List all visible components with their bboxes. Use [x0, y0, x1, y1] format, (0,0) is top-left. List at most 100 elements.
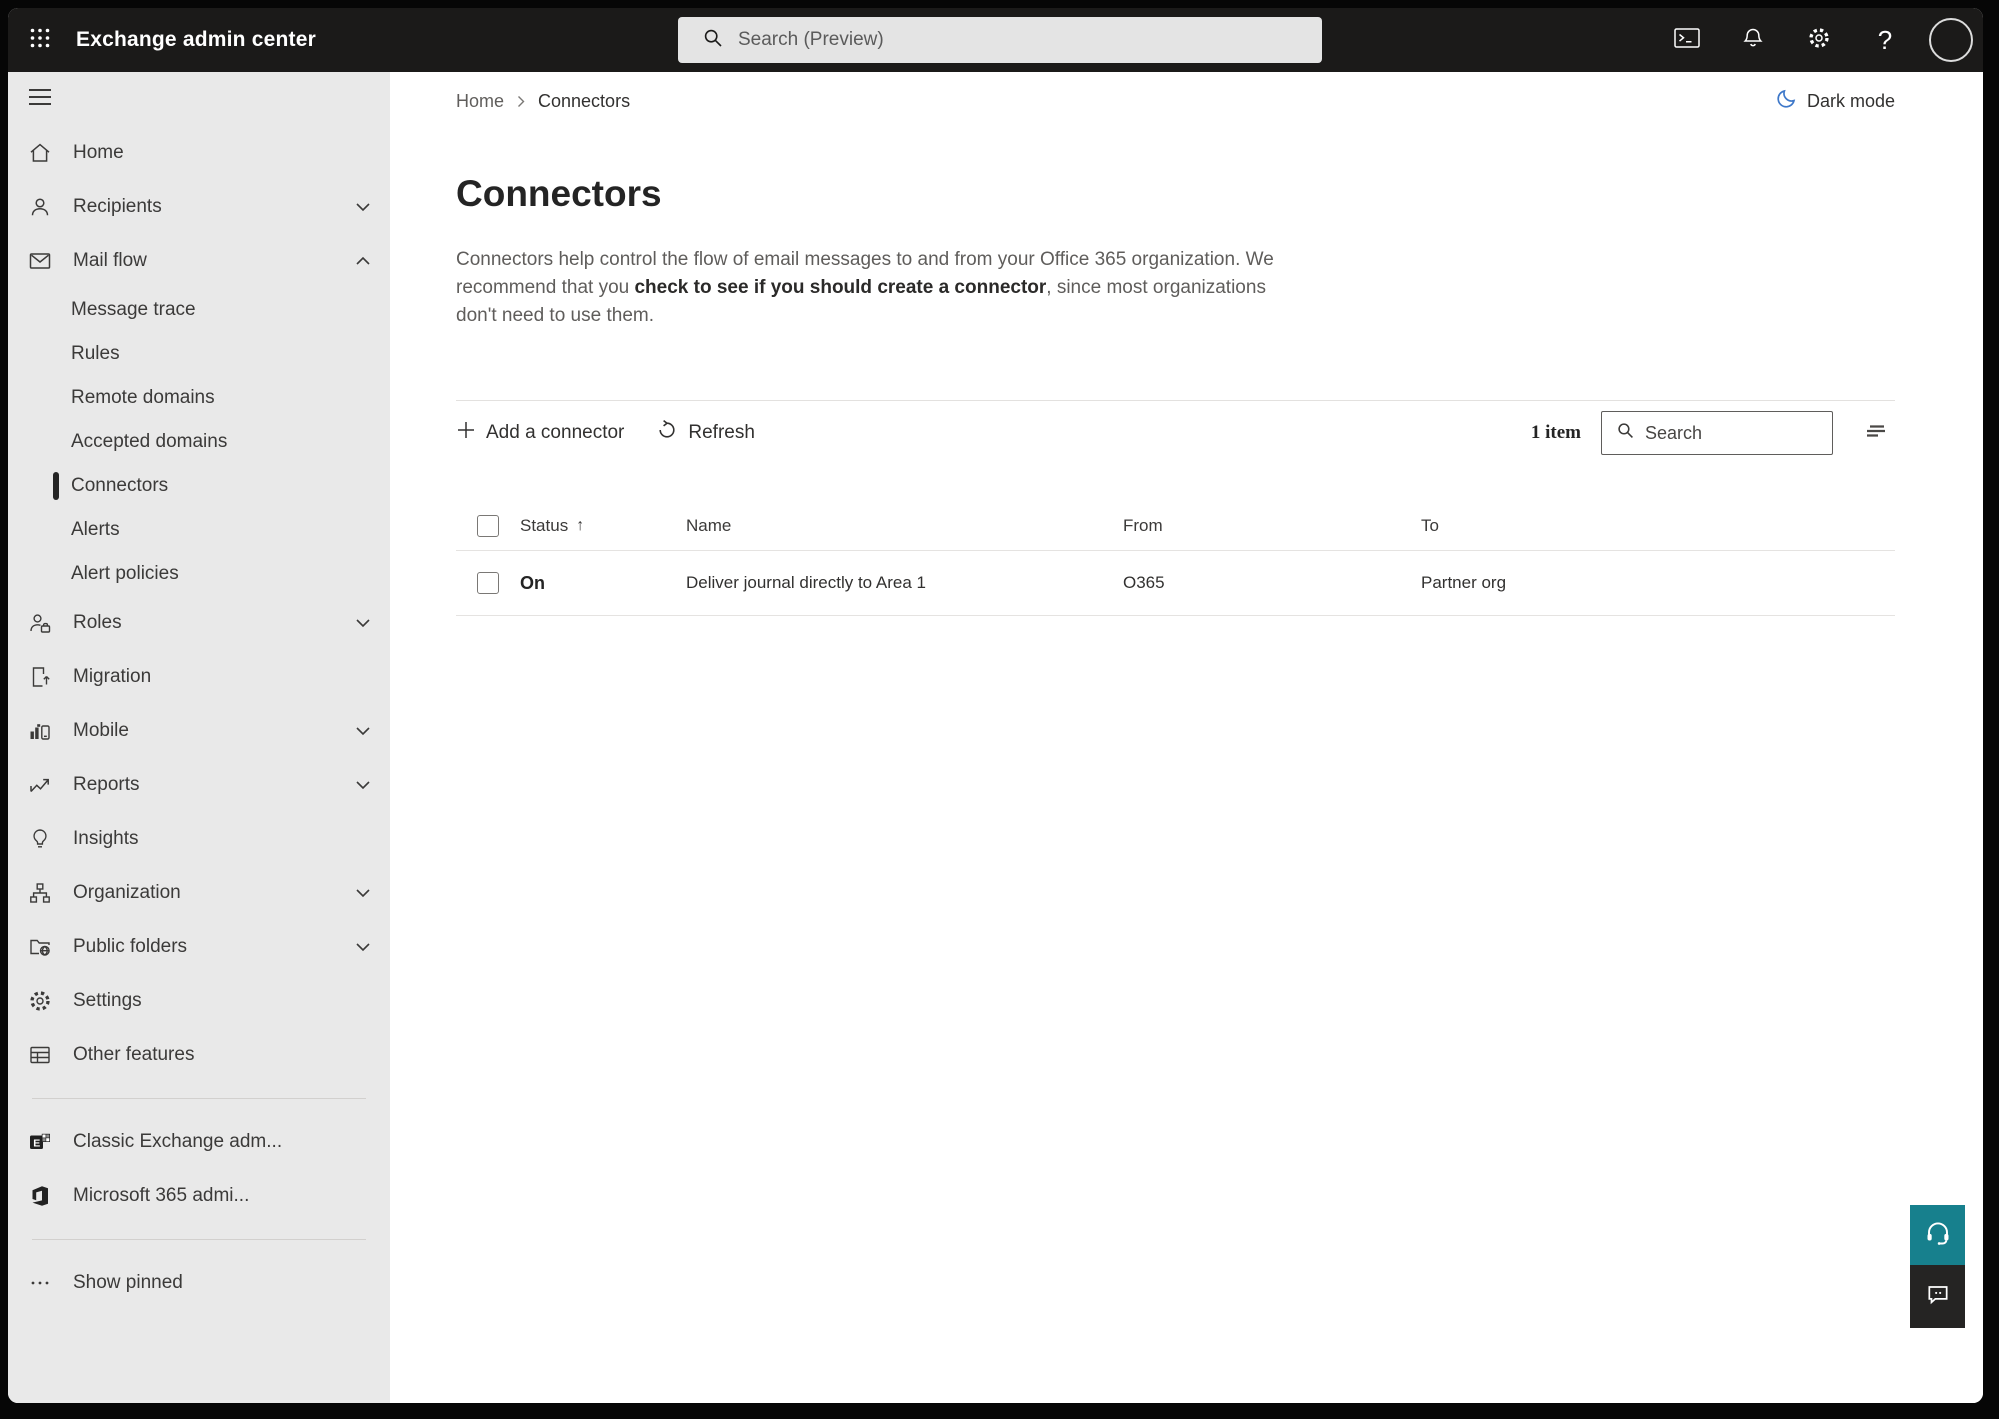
sidebar-item-recipients[interactable]: Recipients	[8, 180, 390, 234]
refresh-button[interactable]: Refresh	[656, 413, 765, 453]
sidebar-item-remote-domains[interactable]: Remote domains	[8, 376, 390, 420]
sidebar-item-microsoft-365-admin[interactable]: Microsoft 365 admi...	[8, 1169, 390, 1223]
item-count: 1 item	[1530, 422, 1581, 443]
mail-icon	[28, 249, 52, 273]
chevron-down-icon	[354, 887, 372, 899]
select-all-checkbox[interactable]	[477, 514, 499, 537]
sidebar-item-show-pinned[interactable]: Show pinned	[8, 1256, 390, 1310]
top-bar: Exchange admin center Search (Preview) ?	[8, 8, 1983, 72]
app-launcher-button[interactable]	[16, 16, 64, 64]
reports-icon	[28, 773, 52, 797]
column-header-status[interactable]: Status ↑	[520, 516, 686, 536]
insights-lightbulb-icon	[28, 827, 52, 851]
chevron-down-icon	[354, 941, 372, 953]
settings-gear-icon	[28, 989, 52, 1013]
sidebar-item-alert-policies[interactable]: Alert policies	[8, 552, 390, 596]
sidebar-item-label: Recipients	[73, 196, 162, 217]
add-connector-label: Add a connector	[486, 422, 625, 443]
settings-gear-icon	[1807, 26, 1831, 55]
roles-icon	[28, 611, 52, 635]
column-header-label: Status	[520, 515, 569, 535]
feedback-button[interactable]	[1910, 1265, 1965, 1328]
sidebar-subitem-label: Alerts	[71, 519, 120, 540]
sidebar-subitem-label: Rules	[71, 343, 120, 364]
global-search-input[interactable]	[738, 29, 1306, 51]
sidebar-subitem-label: Message trace	[71, 299, 196, 320]
account-button[interactable]	[1929, 18, 1973, 62]
topbar-icons: ?	[1665, 18, 1983, 62]
sidebar-item-message-trace[interactable]: Message trace	[8, 288, 390, 332]
row-status: On	[520, 572, 545, 593]
sidebar-item-reports[interactable]: Reports	[8, 758, 390, 812]
table-header-row: Status ↑ Name From To	[456, 501, 1895, 551]
headset-icon	[1924, 1219, 1952, 1252]
sidebar-item-organization[interactable]: Organization	[8, 866, 390, 920]
add-connector-button[interactable]: Add a connector	[456, 414, 634, 452]
sidebar-item-other-features[interactable]: Other features	[8, 1028, 390, 1082]
sidebar-item-mobile[interactable]: Mobile	[8, 704, 390, 758]
list-search-input[interactable]	[1645, 422, 1822, 444]
chevron-down-icon	[354, 779, 372, 791]
row-to: Partner org	[1421, 573, 1507, 592]
exchange-admin-window: Exchange admin center Search (Preview) ?…	[8, 8, 1983, 1403]
help-icon: ?	[1877, 24, 1893, 55]
list-search-box[interactable]	[1601, 411, 1833, 455]
sidebar-item-label: Reports	[73, 774, 140, 795]
chat-bubble-icon	[1925, 1281, 1951, 1312]
filter-view-button[interactable]	[1859, 415, 1895, 451]
dark-mode-toggle[interactable]: Dark mode	[1775, 88, 1895, 115]
chevron-down-icon	[354, 617, 372, 629]
column-header-from[interactable]: From	[1123, 516, 1421, 536]
chevron-down-icon	[354, 725, 372, 737]
sidebar-item-label: Mail flow	[73, 250, 147, 271]
public-folders-icon	[28, 935, 52, 959]
sidebar-item-insights[interactable]: Insights	[8, 812, 390, 866]
sidebar-item-settings[interactable]: Settings	[8, 974, 390, 1028]
sidebar-item-label: Organization	[73, 882, 181, 903]
breadcrumb-home-link[interactable]: Home	[456, 91, 504, 112]
help-button-topbar[interactable]: ?	[1863, 18, 1907, 62]
sidebar-item-mail-flow[interactable]: Mail flow	[8, 234, 390, 288]
sidebar-subitem-label: Remote domains	[71, 387, 215, 408]
refresh-label: Refresh	[688, 422, 755, 443]
list-toolbar: Add a connector Refresh 1 item	[456, 401, 1895, 465]
sidebar-item-public-folders[interactable]: Public folders	[8, 920, 390, 974]
connectors-table: Status ↑ Name From To On Deliver journal…	[456, 501, 1895, 616]
sidebar-item-accepted-domains[interactable]: Accepted domains	[8, 420, 390, 464]
search-icon	[702, 27, 724, 54]
sidebar-item-label: Public folders	[73, 936, 188, 957]
breadcrumb: Home Connectors	[456, 91, 630, 112]
sidebar-item-label: Mobile	[73, 720, 129, 741]
chevron-down-icon	[354, 201, 372, 213]
description-link[interactable]: check to see if you should create a conn…	[634, 277, 1046, 298]
chevron-up-icon	[354, 255, 372, 267]
sidebar-divider	[32, 1098, 366, 1099]
page-description: Connectors help control the flow of emai…	[456, 246, 1301, 330]
sidebar-item-connectors[interactable]: Connectors	[8, 464, 390, 508]
column-header-label: From	[1123, 515, 1163, 535]
global-search-box[interactable]	[678, 17, 1322, 63]
row-connector-name[interactable]: Deliver journal directly to Area 1	[686, 573, 1123, 593]
settings-button[interactable]	[1797, 18, 1841, 62]
home-icon	[28, 141, 52, 165]
sidebar-item-roles[interactable]: Roles	[8, 596, 390, 650]
sidebar-item-migration[interactable]: Migration	[8, 650, 390, 704]
terminal-button[interactable]	[1665, 18, 1709, 62]
main-content: Home Connectors Dark mode Connectors Con…	[390, 72, 1983, 1403]
sidebar-item-rules[interactable]: Rules	[8, 332, 390, 376]
column-header-label: To	[1421, 515, 1439, 535]
table-row[interactable]: On Deliver journal directly to Area 1 O3…	[456, 551, 1895, 616]
page-title: Connectors	[456, 173, 662, 214]
sidebar-item-home[interactable]: Home	[8, 126, 390, 180]
row-checkbox[interactable]	[477, 572, 499, 594]
sidebar-item-alerts[interactable]: Alerts	[8, 508, 390, 552]
sidebar: Home Recipients Mail flow Message trace …	[8, 72, 390, 1403]
sidebar-item-label: Microsoft 365 admi...	[73, 1185, 250, 1206]
sidebar-item-classic-exchange-admin[interactable]: E Classic Exchange adm...	[8, 1115, 390, 1169]
column-header-name[interactable]: Name	[686, 516, 1123, 536]
support-button[interactable]	[1910, 1205, 1965, 1265]
column-header-to[interactable]: To	[1421, 516, 1895, 536]
notifications-button[interactable]	[1731, 18, 1775, 62]
collapse-nav-button[interactable]	[8, 72, 390, 126]
hamburger-icon	[28, 88, 52, 111]
